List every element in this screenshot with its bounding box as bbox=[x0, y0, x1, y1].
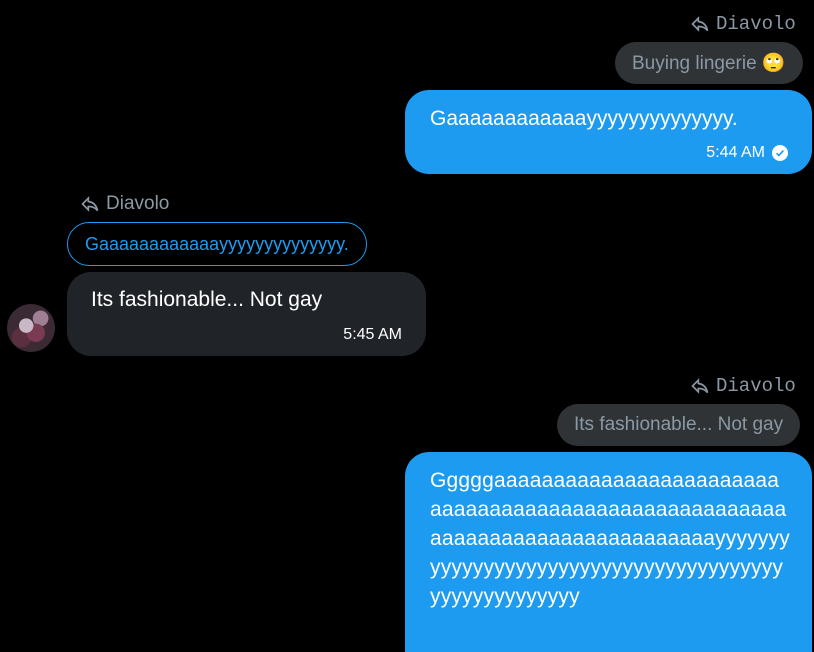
quoted-text: Gaaaaaaaaaaaayyyyyyyyyyyyyy. bbox=[85, 233, 349, 254]
message-time: 5:44 AM bbox=[706, 144, 765, 161]
reply-to-name: Diavolo bbox=[716, 13, 796, 35]
message-text: Gggggaaaaaaaaaaaaaaaaaaaaaaaaaaaaaaaaaaa… bbox=[430, 469, 791, 608]
reply-arrow-icon bbox=[81, 196, 99, 212]
reply-arrow-icon bbox=[691, 16, 709, 32]
message-meta: 5:44 AM bbox=[706, 144, 788, 162]
message-text: Gaaaaaaaaaaaayyyyyyyyyyyyyy. bbox=[430, 107, 738, 130]
reply-arrow-icon bbox=[691, 378, 709, 394]
quoted-message[interactable]: Its fashionable... Not gay bbox=[557, 404, 801, 446]
message-bubble[interactable]: Gaaaaaaaaaaaayyyyyyyyyyyyyy. 5:44 AM bbox=[405, 90, 812, 174]
reply-indicator: Diavolo bbox=[690, 13, 796, 35]
message-meta: 5:45 AM bbox=[343, 326, 402, 344]
reply-to-name: Diavolo bbox=[106, 193, 170, 214]
avatar[interactable] bbox=[7, 304, 55, 352]
quoted-text: Buying lingerie 🙄 bbox=[632, 53, 786, 74]
message-bubble[interactable]: Its fashionable... Not gay 5:45 AM bbox=[67, 272, 426, 356]
quoted-message[interactable]: Buying lingerie 🙄 bbox=[615, 42, 803, 84]
reply-indicator: Diavolo bbox=[80, 193, 169, 215]
quoted-text: Its fashionable... Not gay bbox=[574, 414, 784, 435]
check-circle-icon bbox=[772, 145, 788, 161]
message-time: 5:45 AM bbox=[343, 326, 402, 343]
message-text: Its fashionable... Not gay bbox=[91, 288, 323, 311]
reply-to-name: Diavolo bbox=[716, 375, 796, 397]
message-bubble[interactable]: Gggggaaaaaaaaaaaaaaaaaaaaaaaaaaaaaaaaaaa… bbox=[405, 452, 812, 652]
quoted-message[interactable]: Gaaaaaaaaaaaayyyyyyyyyyyyyy. bbox=[67, 222, 367, 266]
reply-indicator: Diavolo bbox=[690, 375, 796, 397]
